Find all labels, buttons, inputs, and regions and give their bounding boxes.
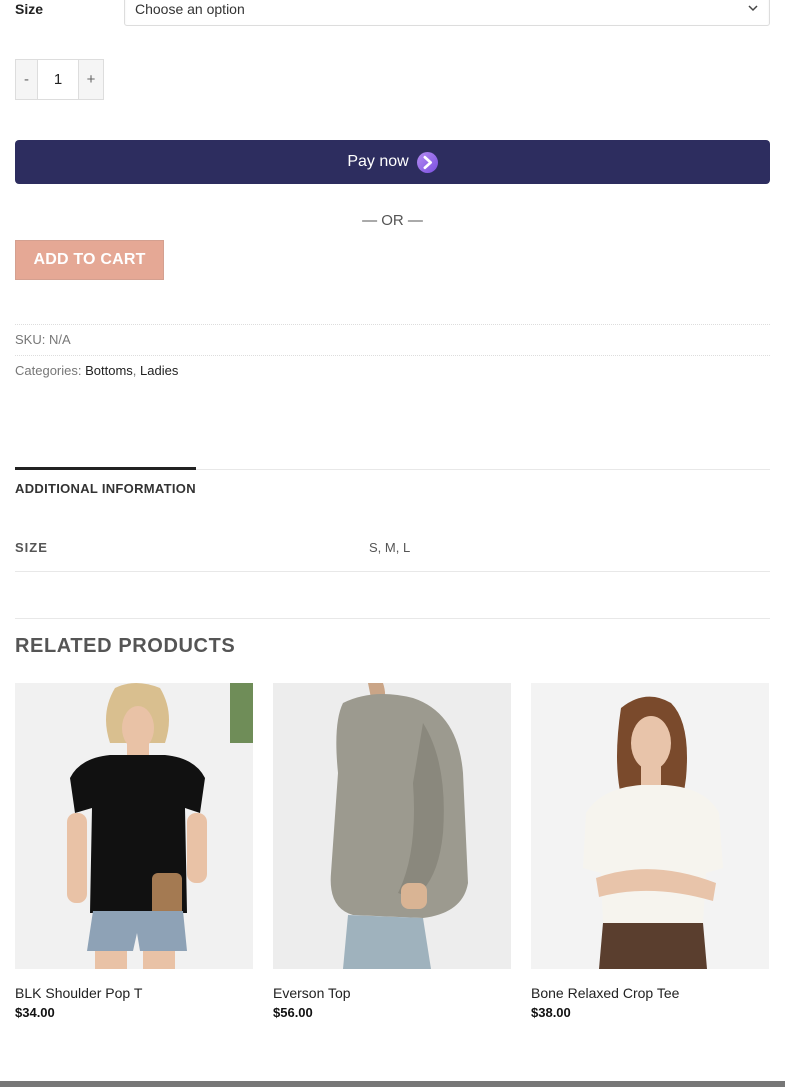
category-separator: , [132,363,137,378]
quantity-decrease-button[interactable]: - [15,59,38,100]
tab-active-indicator [15,467,196,470]
attribute-row-divider [15,571,770,572]
quantity-increase-button[interactable]: + [78,59,104,100]
tab-additional-information[interactable]: ADDITIONAL INFORMATION [15,481,196,497]
product-image[interactable] [273,683,511,969]
product-name[interactable]: BLK Shoulder Pop T [15,984,253,1002]
footer-edge [0,1081,785,1087]
product-card[interactable]: Everson Top $56.00 [273,683,511,1022]
sku-value: N/A [48,332,71,347]
chevron-down-icon [748,5,758,12]
or-divider: — OR — [362,212,423,229]
size-label: Size [15,1,44,17]
size-field: Size Choose an option [15,0,770,26]
product-price: $56.00 [273,1005,313,1020]
product-categories: Categories: Bottoms, Ladies [15,363,178,379]
attribute-value: S, M, L [369,540,411,555]
quantity-stepper: - 1 + [15,59,104,100]
product-name[interactable]: Bone Relaxed Crop Tee [531,984,769,1002]
category-link-bottoms[interactable]: Bottoms [85,363,133,378]
product-name[interactable]: Everson Top [273,984,511,1002]
product-card[interactable]: Bone Relaxed Crop Tee $38.00 [531,683,769,1022]
categories-label: Categories: [15,363,82,378]
add-to-cart-label: ADD TO CART [33,251,146,268]
size-select[interactable]: Choose an option [124,0,770,26]
related-products-title: RELATED PRODUCTS [15,635,236,657]
pay-now-button[interactable]: Pay now [15,140,770,184]
meta-divider [15,355,770,356]
product-price: $34.00 [15,1005,55,1020]
size-select-value: Choose an option [135,1,245,17]
arrow-right-circle-icon [416,151,438,173]
related-divider [15,618,770,619]
sku-label: SKU: [15,332,46,347]
meta-divider [15,324,770,325]
quantity-input[interactable]: 1 [38,59,78,100]
product-price: $38.00 [531,1005,571,1020]
product-card[interactable]: BLK Shoulder Pop T $34.00 [15,683,253,1022]
category-link-ladies[interactable]: Ladies [140,363,178,378]
attribute-name: SIZE [15,540,48,555]
product-image[interactable] [15,683,253,969]
add-to-cart-button[interactable]: ADD TO CART [15,240,164,280]
product-image[interactable] [531,683,769,969]
product-sku: SKU: N/A [15,332,71,348]
pay-now-label: Pay now [347,153,409,170]
